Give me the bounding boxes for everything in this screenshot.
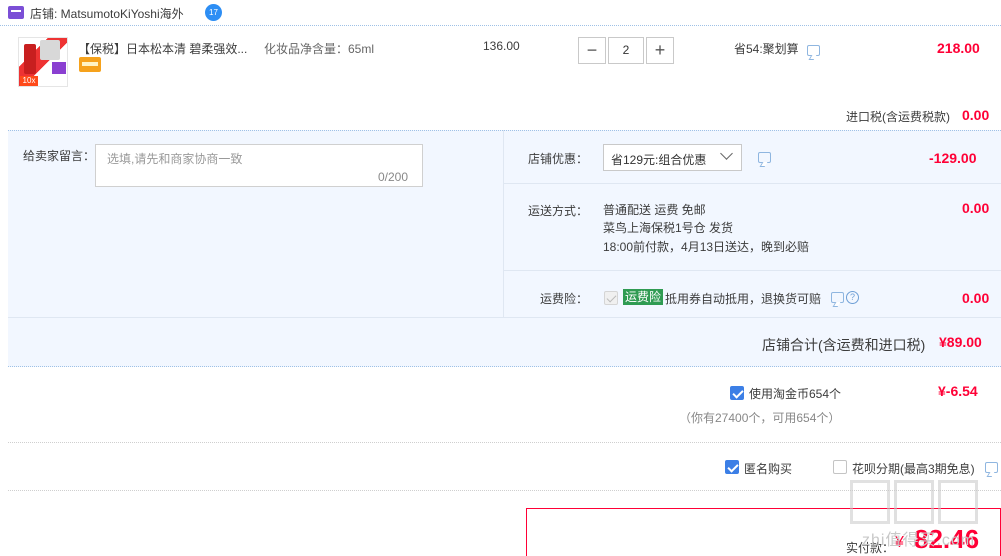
use-coins-checkbox[interactable] [730,386,744,400]
import-tax-label: 进口税(含运费税款) [846,110,950,124]
thumbnail-badge-shape [52,62,66,74]
huabei-checkbox[interactable] [833,460,847,474]
shop-total-label: 店铺合计(含运费和进口税) [762,337,926,353]
huabei-label[interactable]: 花呗分期(最高3期免息) [852,460,975,477]
quantity-increase-button[interactable]: + [646,37,674,64]
panel-divider [503,130,504,317]
shop-icon [8,6,24,19]
credit-card-icon [79,57,101,72]
panel-divider [503,183,1001,184]
discount-comment-icon[interactable] [758,152,771,163]
freight-insurance-label: 运费险： [540,292,589,306]
freight-insurance-checkbox [604,291,618,305]
panel-divider [503,270,1001,271]
message-char-count: 0/200 [378,170,409,184]
quantity-decrease-button[interactable]: − [578,37,606,64]
shipping-value: 0.00 [962,200,990,216]
unit-price: 136.00 [483,39,520,53]
freight-insurance-desc: 抵用券自动抵用，退换货可赔 [665,292,822,306]
import-tax-value: 0.00 [962,107,990,123]
product-title-link[interactable]: 【保税】日本松本清 碧柔强效... [78,40,247,57]
line-total: 218.00 [937,40,980,56]
watermark-text: zhi值得买.com [862,532,976,549]
message-label: 给卖家留言： [23,149,96,163]
freight-insurance-value: 0.00 [962,290,990,306]
promo-comment-icon[interactable] [807,45,820,56]
help-icon[interactable]: ? [846,291,859,304]
wangwang-chat-icon[interactable]: 17 [205,4,222,21]
coins-discount-value: ¥-6.54 [938,383,978,399]
coins-available-note: （你有27400个，可用654个） [679,411,841,425]
shipping-method: 普通配送 运费 免邮 [603,203,706,217]
shop-discount-selected: 省129元:组合优惠 [611,153,707,167]
divider [8,442,1001,443]
thumbnail-box-shape [40,40,60,60]
quantity-input[interactable]: 2 [608,37,644,64]
shipping-warehouse: 菜鸟上海保税1号仓 发货 [603,221,734,235]
shop-total-value: ¥89.00 [939,334,982,350]
message-placeholder: 选填,请先和商家协商一致 [107,152,243,166]
shipping-label: 运送方式： [528,204,589,218]
product-spec: 化妆品净含量：65ml [264,42,375,56]
thumbnail-tag: 10x [20,76,38,86]
shipping-eta: 18:00前付款，4月13日送达，晚到必赔 [603,240,810,254]
anonymous-checkbox[interactable] [725,460,739,474]
shop-discount-value: -129.00 [929,150,977,166]
huabei-comment-icon[interactable] [985,462,998,473]
anonymous-label[interactable]: 匿名购买 [744,460,792,477]
use-coins-label[interactable]: 使用淘金币654个 [749,385,841,402]
shop-discount-label: 店铺优惠： [528,152,589,166]
freight-insurance-tag: 运费险 [623,289,664,305]
insurance-comment-icon[interactable] [831,292,844,303]
promo-label: 省54:聚划算 [734,42,799,56]
panel-divider [8,317,1001,318]
thumbnail-bottle-shape [24,44,36,74]
shop-name-link[interactable]: 店铺: MatsumotoKiYoshi海外 [30,5,184,22]
